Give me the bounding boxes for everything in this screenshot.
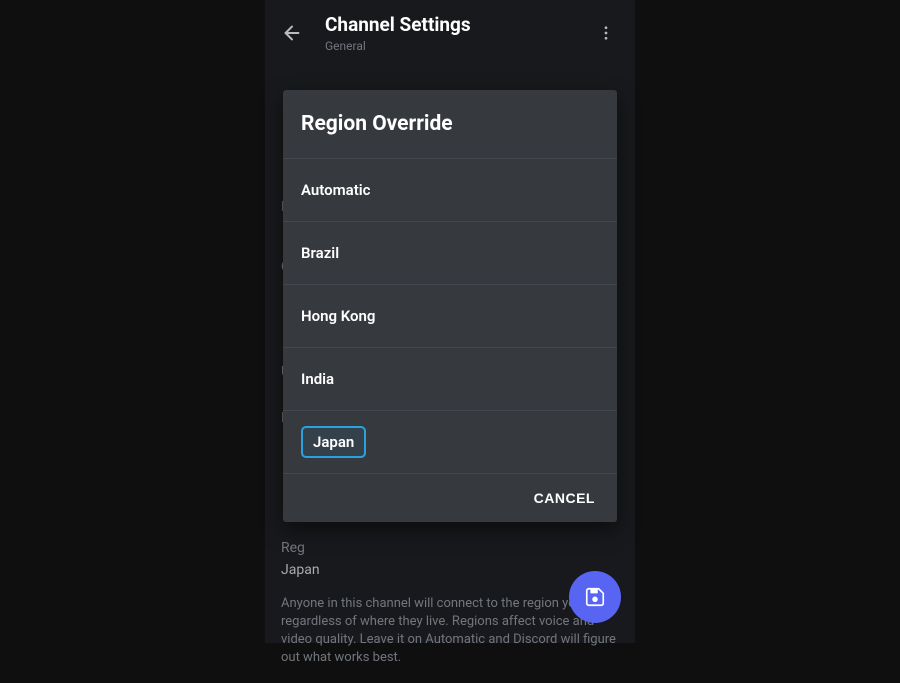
cancel-button[interactable]: CANCEL — [534, 490, 595, 506]
region-option-japan[interactable]: Japan — [283, 410, 617, 473]
region-option-hong-kong[interactable]: Hong Kong — [283, 284, 617, 347]
region-option-label: Japan — [301, 426, 366, 458]
region-option-label: Brazil — [301, 244, 339, 262]
save-icon — [584, 586, 606, 608]
region-option-label: India — [301, 370, 334, 388]
region-label: Reg — [281, 538, 619, 558]
page-subtitle: General — [325, 39, 571, 53]
region-option-automatic[interactable]: Automatic — [283, 158, 617, 221]
region-override-dialog: Region Override Automatic Brazil Hong Ko… — [283, 90, 617, 522]
region-description: Anyone in this channel will connect to t… — [281, 595, 619, 668]
save-fab-button[interactable] — [569, 571, 621, 623]
region-option-label: Automatic — [301, 181, 371, 199]
page-title-group: Channel Settings General — [325, 14, 571, 53]
dialog-footer: CANCEL — [283, 473, 617, 522]
region-option-brazil[interactable]: Brazil — [283, 221, 617, 284]
region-list: Automatic Brazil Hong Kong India Japan — [283, 158, 617, 473]
page-title: Channel Settings — [325, 14, 571, 37]
more-options-icon[interactable] — [593, 20, 619, 46]
region-option-india[interactable]: India — [283, 347, 617, 410]
back-arrow-icon[interactable] — [281, 22, 303, 44]
dialog-title: Region Override — [283, 90, 617, 158]
region-current-value: Japan — [281, 560, 619, 580]
region-option-label: Hong Kong — [301, 307, 375, 325]
page-header: Channel Settings General — [265, 0, 635, 63]
